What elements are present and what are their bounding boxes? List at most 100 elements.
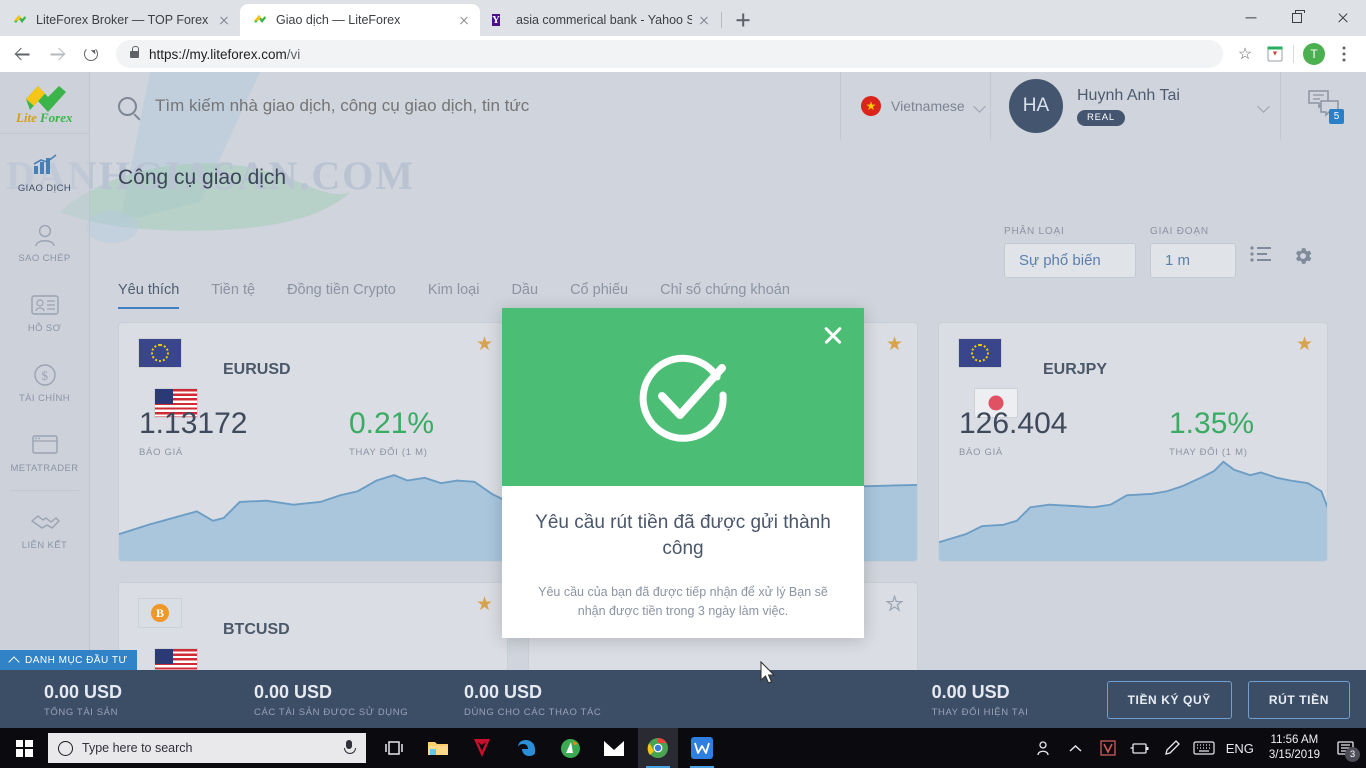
chrome-menu-button[interactable] xyxy=(1330,40,1358,68)
instrument-card-eurjpy[interactable]: ★ EURJPY 126.404 BÁO GIÁ 1.35% THAY ĐỔI … xyxy=(938,322,1328,562)
url-path: /vi xyxy=(286,46,301,62)
cortana-icon xyxy=(58,740,73,756)
sidebar-item-label: METATRADER xyxy=(10,463,79,474)
extension-button[interactable] xyxy=(1261,40,1289,68)
browser-tab-2[interactable]: Giao dịch — LiteForex xyxy=(240,4,480,36)
instrument-symbol: EURJPY xyxy=(1043,361,1108,378)
tab-oil[interactable]: Dầu xyxy=(511,282,538,309)
maximize-button[interactable] xyxy=(1274,0,1320,36)
search-input[interactable] xyxy=(155,96,840,116)
close-icon[interactable] xyxy=(216,12,232,28)
favorite-star-icon[interactable]: ★ xyxy=(476,333,493,356)
sidebar-item-partnership[interactable]: LIÊN KẾT xyxy=(0,499,89,561)
sidebar-divider xyxy=(10,490,79,491)
battery-icon[interactable] xyxy=(1125,728,1155,768)
sort-filter-label: PHÂN LOẠI xyxy=(1004,226,1065,237)
url-domain: https://my.liteforex.com xyxy=(149,46,287,62)
browser-tabstrip: LiteForex Broker — TOP Forex Br Giao dịc… xyxy=(0,4,757,36)
sidebar-item-copy[interactable]: SAO CHÉP xyxy=(0,212,89,274)
task-view-button[interactable] xyxy=(374,728,414,768)
mcafee-icon[interactable] xyxy=(462,728,502,768)
sidebar-item-trading[interactable]: GIAO DỊCH xyxy=(0,142,89,204)
kebab-menu-icon xyxy=(1342,46,1346,62)
tab-metals[interactable]: Kim loại xyxy=(428,282,480,309)
user-menu[interactable]: HA Huynh Anh Tai REAL xyxy=(990,72,1280,140)
tab-indices[interactable]: Chỉ số chứng khoán xyxy=(660,282,790,309)
chat-button[interactable]: 5 xyxy=(1280,72,1366,140)
address-bar[interactable]: https://my.liteforex.com/vi xyxy=(116,40,1223,68)
reload-button[interactable] xyxy=(76,39,106,69)
window-close-button[interactable] xyxy=(1320,0,1366,36)
browser-tab-3[interactable]: Y asia commerical bank - Yahoo Se xyxy=(480,4,720,36)
wps-office-icon[interactable] xyxy=(682,728,722,768)
withdraw-button[interactable]: RÚT TIỀN xyxy=(1247,681,1350,719)
language-selector[interactable]: ★ Vietnamese xyxy=(840,72,990,140)
tab-stocks[interactable]: Cổ phiếu xyxy=(570,282,628,309)
favorite-star-icon[interactable]: ★ xyxy=(1296,333,1313,356)
favorite-star-icon[interactable]: ★ xyxy=(886,333,903,356)
lock-icon xyxy=(130,45,140,58)
modal-close-icon[interactable] xyxy=(820,322,846,348)
portfolio-toggle[interactable]: DANH MỤC ĐẦU TƯ xyxy=(0,650,137,670)
sidebar-item-profile[interactable]: HỒ SƠ xyxy=(0,282,89,344)
handshake-icon xyxy=(30,509,60,535)
dollar-circle-icon: $ xyxy=(33,362,57,388)
favorite-star-outline-icon[interactable]: ★ xyxy=(885,593,903,616)
settings-gear-button[interactable] xyxy=(1292,245,1320,273)
close-icon[interactable] xyxy=(696,12,712,28)
minimize-button[interactable] xyxy=(1228,0,1274,36)
clock-time: 11:56 AM xyxy=(1270,734,1319,746)
close-icon[interactable] xyxy=(456,12,472,28)
instrument-card-eurusd[interactable]: ★ EURUSD 1.13172 BÁO GIÁ 0.21% THAY ĐỔI … xyxy=(118,322,508,562)
sidebar-item-label: TÀI CHÍNH xyxy=(18,393,71,404)
browser-tab-1[interactable]: LiteForex Broker — TOP Forex Br xyxy=(0,4,240,36)
tab-crypto[interactable]: Đồng tiền Crypto xyxy=(287,282,396,309)
period-filter-select[interactable]: 1 m xyxy=(1150,243,1236,278)
file-explorer-icon[interactable] xyxy=(418,728,458,768)
tab-currencies[interactable]: Tiền tệ xyxy=(211,282,255,309)
bookmark-button[interactable]: ☆ xyxy=(1231,40,1259,68)
chart-bars-icon xyxy=(32,152,58,178)
filters-bar: PHÂN LOẠI Sự phổ biến GIAI ĐOẠN 1 m xyxy=(1004,226,1320,278)
liteforex-icon xyxy=(12,12,28,28)
favorite-star-icon[interactable]: ★ xyxy=(476,593,493,616)
sort-filter-select[interactable]: Sự phổ biến xyxy=(1004,243,1136,278)
sidebar-item-metatrader[interactable]: METATRADER xyxy=(0,422,89,484)
balance-label: TỔNG TÀI SẢN xyxy=(44,707,119,718)
pen-icon[interactable] xyxy=(1157,728,1187,768)
new-tab-button[interactable] xyxy=(729,6,757,34)
modal-header xyxy=(502,308,864,486)
avatar: T xyxy=(1303,43,1325,65)
back-button[interactable] xyxy=(8,39,38,69)
forward-button[interactable] xyxy=(42,39,72,69)
start-button[interactable] xyxy=(0,728,48,768)
action-center-button[interactable]: 3 xyxy=(1330,728,1360,768)
language-indicator[interactable]: ENG xyxy=(1221,728,1259,768)
people-icon[interactable] xyxy=(1029,728,1059,768)
show-hidden-icons-button[interactable] xyxy=(1061,728,1091,768)
bitcoin-icon: B xyxy=(139,599,181,627)
tab-favorites[interactable]: Yêu thích xyxy=(118,282,180,309)
avast-icon[interactable] xyxy=(550,728,590,768)
star-outline-icon: ☆ xyxy=(1237,46,1253,63)
chevron-up-icon xyxy=(8,655,20,668)
mail-icon[interactable] xyxy=(594,728,634,768)
keyboard-icon[interactable] xyxy=(1189,728,1219,768)
edge-icon[interactable] xyxy=(506,728,546,768)
deposit-button[interactable]: TIỀN KÝ QUỸ xyxy=(1106,681,1232,719)
account-summary-bar: 0.00 USD TỔNG TÀI SẢN 0.00 USD CÁC TÀI S… xyxy=(0,670,1366,730)
profile-button[interactable]: T xyxy=(1300,40,1328,68)
sidebar-item-finance[interactable]: $ TÀI CHÍNH xyxy=(0,352,89,414)
vpn-icon[interactable] xyxy=(1093,728,1123,768)
instrument-symbol: EURUSD xyxy=(223,361,291,378)
microphone-icon[interactable] xyxy=(342,740,356,756)
search-container xyxy=(90,72,840,140)
sparkline-chart xyxy=(939,460,1327,561)
taskbar-search[interactable]: Type here to search xyxy=(48,733,366,763)
list-view-button[interactable] xyxy=(1250,245,1278,273)
chrome-icon[interactable] xyxy=(638,728,678,768)
sidebar-item-label: HỒ SƠ xyxy=(27,323,62,334)
balance-value: 0.00 USD xyxy=(254,682,333,702)
taskbar-clock[interactable]: 11:56 AM 3/15/2019 xyxy=(1261,733,1328,763)
liteforex-logo[interactable]: Lite Forex xyxy=(0,72,89,134)
